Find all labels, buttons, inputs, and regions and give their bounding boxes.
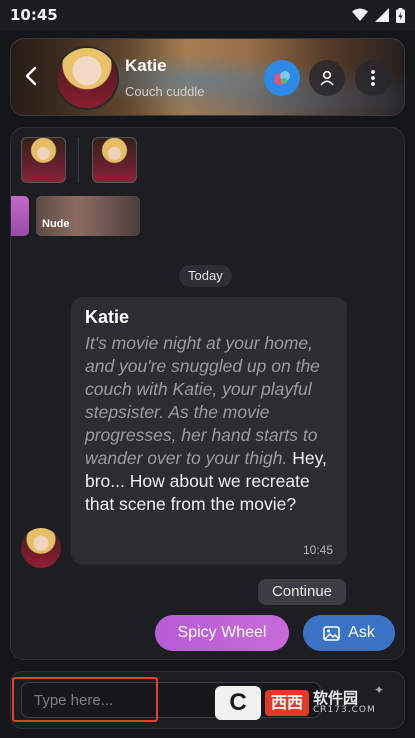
status-icons: [352, 7, 405, 23]
message-avatar[interactable]: [21, 528, 61, 568]
profile-button[interactable]: [309, 60, 345, 96]
message-bubble: Katie It's movie night at your home, and…: [71, 297, 347, 565]
wifi-icon: [352, 8, 368, 21]
battery-icon: [396, 7, 405, 23]
character-thumbnail[interactable]: [92, 137, 137, 183]
character-thumbnail[interactable]: [21, 137, 66, 183]
ask-label: Ask: [348, 624, 375, 641]
media-strip: Nude: [11, 196, 140, 236]
gem-button[interactable]: [264, 60, 300, 96]
watermark-text: 软件园 CR173.COM: [313, 690, 376, 716]
back-button[interactable]: [21, 66, 41, 90]
watermark-logo: C: [215, 686, 261, 720]
more-vertical-icon: [371, 70, 375, 86]
scenario-subtitle: Couch cuddle: [125, 84, 205, 99]
message-sender: Katie: [85, 307, 130, 327]
status-bar: 10:45: [0, 0, 415, 30]
message-narration: It's movie night at your home, and you'r…: [85, 333, 320, 468]
profile-icon: [320, 70, 334, 86]
chat-header: Katie Couch cuddle: [10, 38, 405, 116]
watermark-domain: CR173.COM: [313, 705, 376, 716]
message-timestamp: 10:45: [302, 543, 333, 557]
gem-icon: [274, 71, 290, 85]
media-card-label: Nude: [42, 218, 70, 230]
chevron-left-icon: [25, 66, 37, 86]
spicy-wheel-button[interactable]: Spicy Wheel: [155, 615, 289, 651]
ask-button[interactable]: Ask: [303, 615, 395, 651]
date-separator: Today: [179, 265, 232, 287]
status-time: 10:45: [10, 6, 58, 24]
watermark: C 西西 软件园 CR173.COM: [215, 685, 398, 721]
divider: [78, 137, 79, 183]
image-icon: [323, 625, 340, 641]
watermark-brand: 软件园: [313, 688, 359, 707]
character-avatar[interactable]: [55, 46, 119, 110]
character-name: Katie: [125, 56, 167, 75]
watermark-red-text: 西西: [265, 690, 310, 716]
thumbnail-row: [21, 137, 137, 183]
more-options-button[interactable]: [355, 60, 391, 96]
chat-panel[interactable]: Nude Today Katie It's movie night at you…: [10, 127, 405, 660]
signal-icon: [375, 8, 389, 22]
continue-button[interactable]: Continue: [258, 579, 346, 605]
message-text: It's movie night at your home, and you'r…: [85, 332, 333, 516]
media-card-nude[interactable]: Nude: [36, 196, 140, 236]
media-card[interactable]: [11, 196, 29, 236]
